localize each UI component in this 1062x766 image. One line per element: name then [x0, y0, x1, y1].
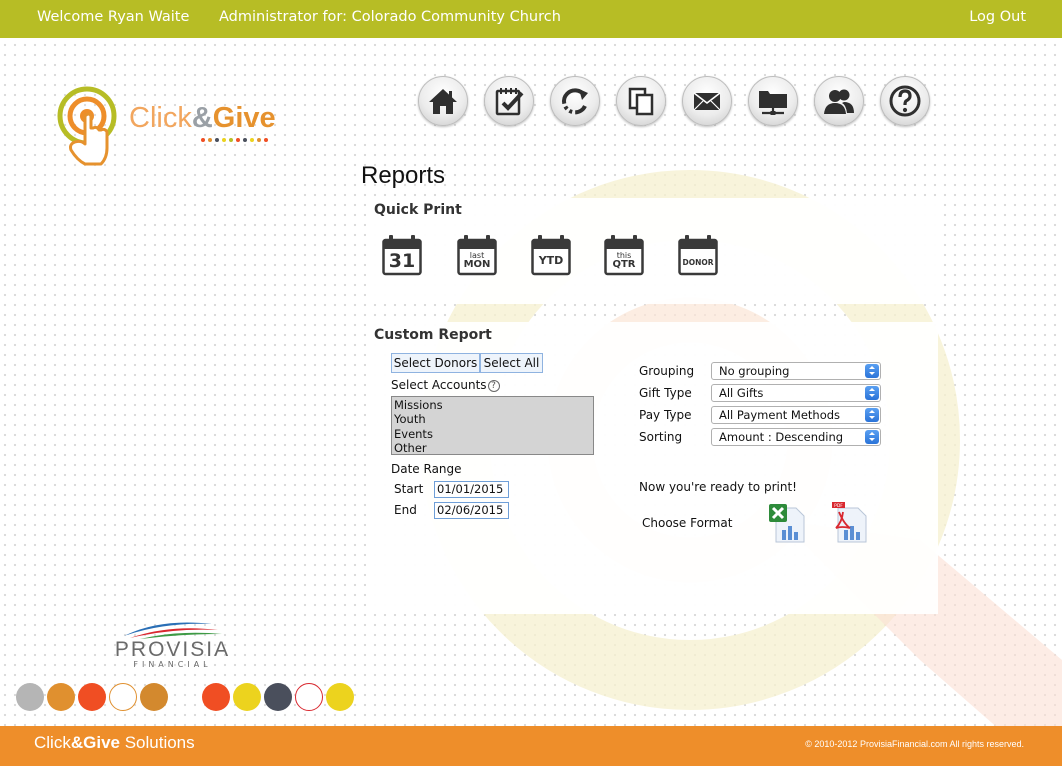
- print-donor-button[interactable]: DONOR: [678, 234, 718, 276]
- date-range-label: Date Range: [391, 462, 462, 476]
- choose-format-label: Choose Format: [642, 516, 733, 530]
- calendar-icon: [678, 235, 718, 276]
- custom-report-title: Custom Report: [374, 327, 492, 343]
- calendar-label: 31: [388, 250, 416, 272]
- provisia-swoosh-icon: [124, 622, 222, 639]
- pdf-export-button[interactable]: PDF: [830, 502, 870, 544]
- top-bar: Welcome Ryan Waite Administrator for: Co…: [0, 0, 1062, 38]
- select-donors-button[interactable]: Select Donors: [391, 353, 480, 373]
- page-title: Reports: [361, 162, 446, 189]
- help-button[interactable]: [880, 76, 930, 126]
- decor-circle: [326, 683, 354, 711]
- pay-type-label: Pay Type: [639, 408, 692, 422]
- select-arrows-icon: [865, 386, 879, 400]
- administrator-text: Administrator for: Colorado Community Ch…: [219, 9, 561, 25]
- end-label: End: [394, 503, 417, 517]
- decor-circle: [140, 683, 168, 711]
- provisia-subtitle: FINANCIAL: [133, 660, 212, 669]
- print-today-button[interactable]: 31: [382, 234, 422, 276]
- users-button[interactable]: [814, 76, 864, 126]
- print-last-month-button[interactable]: last MON: [457, 234, 497, 276]
- gift-type-label: Gift Type: [639, 386, 692, 400]
- account-option[interactable]: Events: [394, 427, 591, 441]
- help-icon[interactable]: ?: [487, 380, 500, 392]
- select-arrows-icon: [865, 408, 879, 422]
- account-option[interactable]: Missions: [394, 398, 591, 412]
- grouping-select[interactable]: No grouping: [711, 362, 881, 380]
- help-icon: [889, 85, 921, 117]
- decor-circle: [264, 683, 292, 711]
- copy-icon: [628, 87, 654, 116]
- pdf-icon: PDF: [832, 502, 867, 543]
- pdf-tag: PDF: [834, 503, 843, 509]
- copy-button[interactable]: [616, 76, 666, 126]
- calendar-label: DONOR: [682, 258, 714, 267]
- mail-button[interactable]: [682, 76, 732, 126]
- start-date-input[interactable]: 01/01/2015: [434, 481, 509, 498]
- accounts-listbox[interactable]: Missions Youth Events Other: [391, 396, 594, 455]
- print-this-quarter-button[interactable]: this QTR: [604, 234, 644, 276]
- home-icon: [429, 89, 457, 114]
- checklist-button[interactable]: [484, 76, 534, 126]
- account-option[interactable]: Youth: [394, 412, 591, 426]
- select-accounts-label: Select Accounts?: [391, 378, 500, 392]
- mail-icon: [693, 92, 721, 111]
- account-option[interactable]: Other: [394, 441, 591, 455]
- users-icon: [824, 89, 854, 114]
- refresh-button[interactable]: [550, 76, 600, 126]
- nav-toolbar: [418, 76, 930, 126]
- network-folder-button[interactable]: [748, 76, 798, 126]
- provisia-name: PROVISIA: [114, 638, 231, 661]
- select-all-button[interactable]: Select All: [480, 353, 543, 373]
- calendar-label: QTR: [612, 259, 636, 270]
- logo-dots: [201, 138, 268, 142]
- decor-circle: [78, 683, 106, 711]
- excel-export-button[interactable]: [768, 502, 808, 544]
- sorting-value: Amount : Descending: [719, 430, 844, 444]
- sorting-select[interactable]: Amount : Descending: [711, 428, 881, 446]
- sorting-label: Sorting: [639, 430, 683, 444]
- copyright-text: © 2010-2012 ProvisiaFinancial.com All ri…: [805, 739, 1024, 749]
- decor-circle: [202, 683, 230, 711]
- quick-print-title: Quick Print: [374, 202, 462, 218]
- select-arrows-icon: [865, 364, 879, 378]
- gift-type-select[interactable]: All Gifts: [711, 384, 881, 402]
- decor-circle: [109, 683, 137, 711]
- excel-icon: [769, 504, 805, 543]
- logo-hand-icon: [57, 86, 117, 166]
- checklist-icon: [495, 88, 524, 116]
- decor-circle: [295, 683, 323, 711]
- ready-to-print-text: Now you're ready to print!: [639, 480, 797, 494]
- footer-bar: Click&Give Solutions © 2010-2012 Provisi…: [0, 726, 1062, 766]
- start-label: Start: [394, 482, 424, 496]
- refresh-icon: [562, 88, 588, 115]
- calendar-label: MON: [463, 259, 491, 270]
- decor-circle: [233, 683, 261, 711]
- provisia-logo: PROVISIA FINANCIAL: [100, 614, 245, 670]
- footer-brand: Click&Give Solutions: [34, 733, 195, 752]
- decor-circle: [47, 683, 75, 711]
- home-button[interactable]: [418, 76, 468, 126]
- click-give-logo: Click&Give: [55, 86, 305, 170]
- welcome-text: Welcome Ryan Waite: [37, 9, 190, 25]
- pay-type-value: All Payment Methods: [719, 408, 841, 422]
- gift-type-value: All Gifts: [719, 386, 764, 400]
- decor-circle: [16, 683, 44, 711]
- pay-type-select[interactable]: All Payment Methods: [711, 406, 881, 424]
- calendar-label: YTD: [538, 254, 564, 267]
- end-date-input[interactable]: 02/06/2015: [434, 502, 509, 519]
- network-folder-icon: [759, 91, 787, 115]
- grouping-value: No grouping: [719, 364, 790, 378]
- logout-link[interactable]: Log Out: [969, 9, 1026, 25]
- grouping-label: Grouping: [639, 364, 695, 378]
- print-ytd-button[interactable]: YTD: [531, 234, 571, 276]
- logo-wordmark: Click&Give: [129, 102, 276, 134]
- select-arrows-icon: [865, 430, 879, 444]
